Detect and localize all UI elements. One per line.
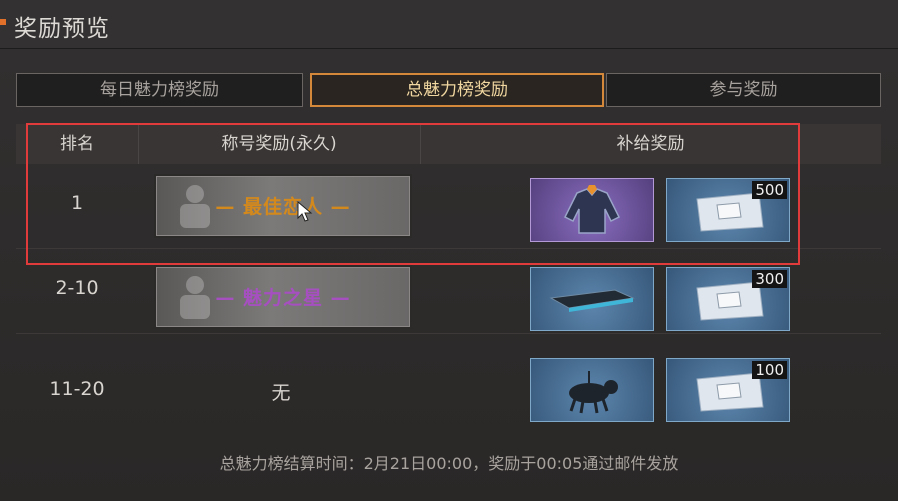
reward-item-supply-pack[interactable]: 300 — [666, 267, 790, 331]
reward-table: 排名 称号奖励(永久) 补给奖励 1 — 最佳恋人 — 500 2-10 — 魅… — [16, 124, 881, 438]
mech-pet-icon — [569, 371, 618, 414]
hoverboard-icon — [549, 289, 635, 312]
tab-daily-charm[interactable]: 每日魅力榜奖励 — [16, 73, 303, 107]
header-bar: 奖励预览 — [0, 0, 898, 49]
header-supply-reward: 补给奖励 — [616, 134, 685, 154]
item-count: 300 — [752, 270, 787, 288]
table-row: 1 — 最佳恋人 — 500 — [16, 164, 881, 249]
title-badge[interactable]: — 魅力之星 — — [154, 265, 412, 329]
item-count: 500 — [752, 181, 787, 199]
rank-value: 1 — [70, 192, 84, 214]
rank-value: 11-20 — [49, 378, 105, 400]
reward-preview-panel: 奖励预览 每日魅力榜奖励 总魅力榜奖励 参与奖励 排名 称号奖励(永久) 补给奖… — [0, 0, 898, 501]
mouse-cursor-icon — [297, 201, 313, 222]
tab-total-charm[interactable]: 总魅力榜奖励 — [310, 73, 604, 107]
table-row: 2-10 — 魅力之星 — 300 — [16, 249, 881, 334]
title-badge-text: — 魅力之星 — — [215, 287, 351, 309]
reward-item-jacket[interactable] — [530, 178, 654, 242]
rank-value: 2-10 — [55, 277, 99, 299]
tab-participation[interactable]: 参与奖励 — [606, 73, 881, 107]
jacket-icon — [563, 185, 621, 234]
title-badge[interactable]: — 最佳恋人 — — [154, 174, 412, 238]
reward-item-hoverboard[interactable] — [530, 267, 654, 331]
settlement-notice: 总魅力榜结算时间：2月21日00:00，奖励于00:05通过邮件发放 — [219, 454, 679, 473]
table-header: 排名 称号奖励(永久) 补给奖励 — [16, 124, 881, 164]
no-title-text: 无 — [271, 382, 291, 404]
reward-item-mech-pet[interactable] — [530, 358, 654, 422]
item-count: 100 — [752, 361, 787, 379]
table-row: 11-20 无 100 — [16, 344, 881, 428]
reward-item-supply-pack[interactable]: 100 — [666, 358, 790, 422]
header-accent — [0, 19, 6, 25]
page-title: 奖励预览 — [14, 16, 110, 42]
tab-bar: 每日魅力榜奖励 总魅力榜奖励 参与奖励 — [16, 73, 881, 107]
title-badge-text: — 最佳恋人 — — [215, 196, 351, 218]
header-title-reward: 称号奖励(永久) — [221, 134, 337, 154]
reward-item-supply-pack[interactable]: 500 — [666, 178, 790, 242]
header-rank: 排名 — [60, 134, 94, 154]
